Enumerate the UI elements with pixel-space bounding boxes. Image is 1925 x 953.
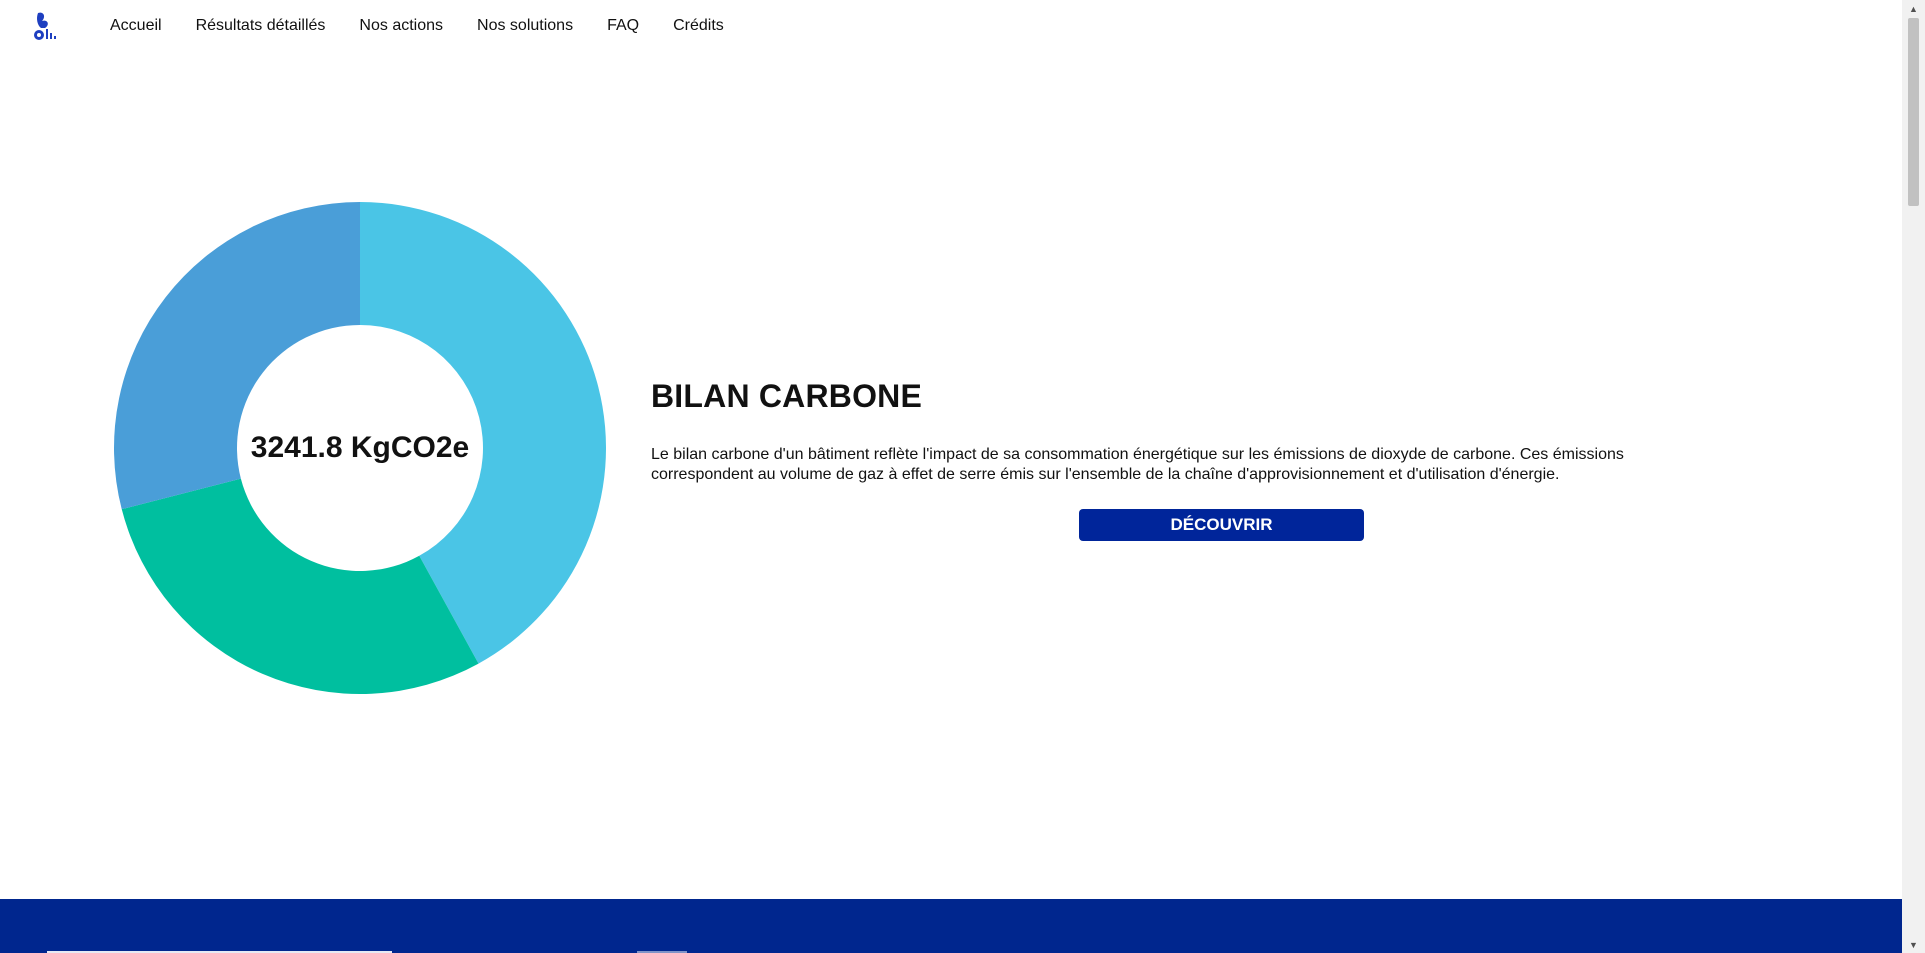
footer (0, 899, 1902, 953)
discover-button[interactable]: DÉCOUVRIR (1079, 509, 1364, 541)
nav-link-nos-solutions[interactable]: Nos solutions (477, 17, 573, 35)
scroll-up-icon[interactable]: ▲ (1902, 0, 1925, 17)
donut-chart-svg (114, 202, 606, 694)
top-navbar: Accueil Résultats détaillés Nos actions … (0, 0, 1902, 52)
scroll-down-icon[interactable]: ▼ (1902, 936, 1925, 953)
nav-link-resultats-detailles[interactable]: Résultats détaillés (196, 17, 326, 35)
building-leaf-logo-icon[interactable] (28, 9, 60, 41)
nav-link-credits[interactable]: Crédits (673, 17, 724, 35)
vertical-scrollbar[interactable]: ▲ ▼ (1902, 0, 1925, 953)
section-title: BILAN CARBONE (651, 378, 923, 414)
donut-slice-3[interactable] (114, 202, 361, 510)
section-description: Le bilan carbone d'un bâtiment reflète l… (651, 446, 1624, 483)
carbon-donut-chart: 3241.8 KgCO2e (114, 202, 606, 694)
nav-link-nos-actions[interactable]: Nos actions (359, 17, 443, 35)
scrollbar-thumb[interactable] (1908, 18, 1919, 206)
nav-link-accueil[interactable]: Accueil (110, 17, 162, 35)
nav-menu: Accueil Résultats détaillés Nos actions … (110, 0, 724, 52)
carbon-info-section: BILAN CARBONE Le bilan carbone d'un bâti… (651, 378, 1711, 485)
nav-link-faq[interactable]: FAQ (607, 17, 639, 35)
donut-slice-2[interactable] (121, 478, 479, 694)
